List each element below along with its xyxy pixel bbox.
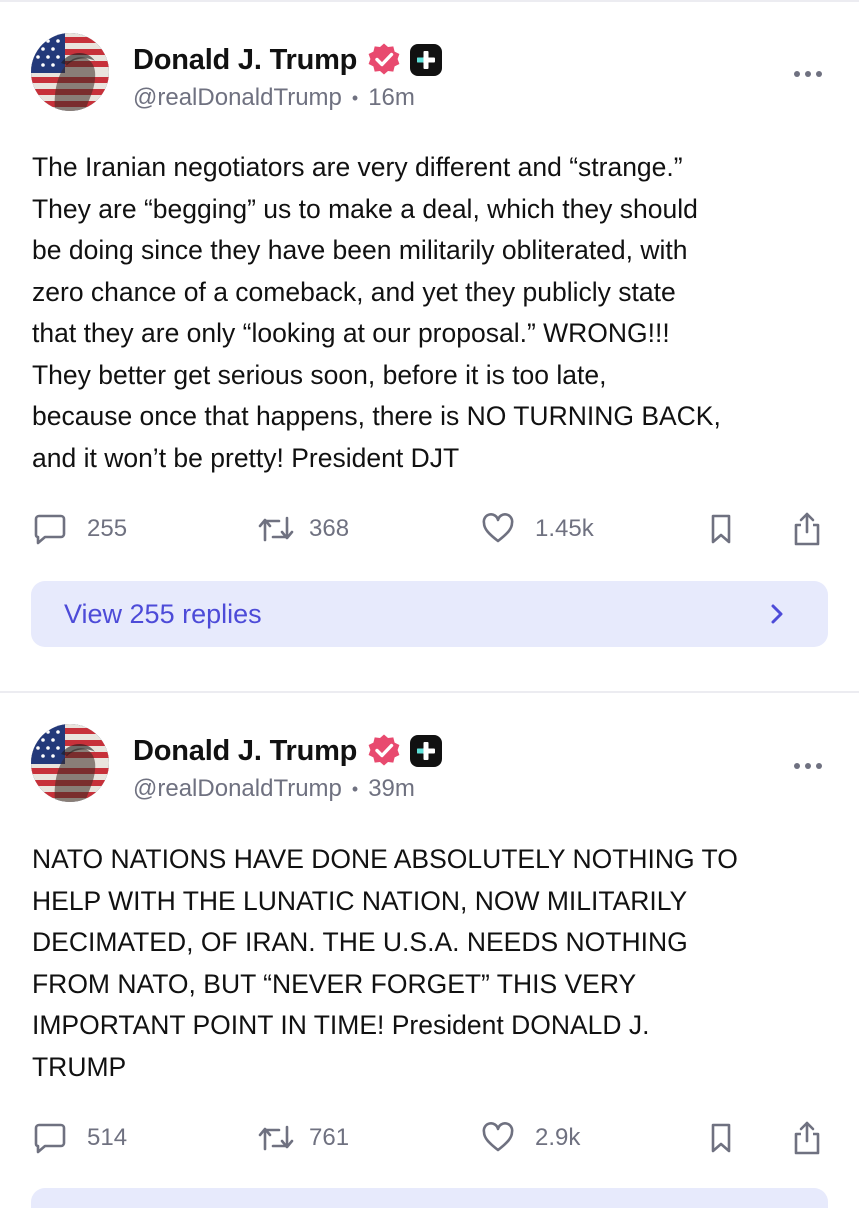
heart-icon xyxy=(482,1122,514,1152)
post-text-line: They are “begging” us to make a deal, wh… xyxy=(32,193,698,224)
post-text-line: be doing since they have been militarily… xyxy=(32,235,688,265)
share-icon xyxy=(794,1121,820,1155)
repost-button[interactable]: 761 xyxy=(257,1116,349,1160)
more-icon xyxy=(794,763,822,769)
post-time: 39m xyxy=(368,775,415,802)
repost-icon xyxy=(258,1125,294,1151)
reply-icon xyxy=(34,1123,66,1154)
post-divider xyxy=(0,691,859,693)
author-name[interactable]: Donald J. Trump xyxy=(133,44,357,77)
more-options-button[interactable] xyxy=(790,756,826,776)
plus-icon xyxy=(410,44,443,76)
post-text-line: The Iranian negotiators are very differe… xyxy=(32,152,683,182)
avatar[interactable] xyxy=(31,724,109,802)
chevron-right-icon xyxy=(771,604,783,624)
bookmark-button[interactable] xyxy=(706,1116,736,1160)
plus-icon xyxy=(410,735,443,767)
reply-button[interactable]: 255 xyxy=(33,507,127,551)
post-text-line: TRUMP xyxy=(32,1051,127,1082)
verified-icon xyxy=(368,43,400,75)
post-text-line: DECIMATED, OF IRAN. THE U.S.A. NEEDS NOT… xyxy=(32,927,688,957)
post-text-line: and it won’t be pretty! President DJT xyxy=(32,442,460,473)
like-count: 2.9k xyxy=(535,1124,581,1151)
author-handle[interactable]: @realDonaldTrump xyxy=(133,84,342,112)
repost-icon xyxy=(258,516,294,542)
author-handle[interactable]: @realDonaldTrump xyxy=(133,775,342,803)
post-text-line: zero chance of a comeback, and yet they … xyxy=(32,276,676,307)
share-button[interactable] xyxy=(790,507,824,551)
post-text-line: HELP WITH THE LUNATIC NATION, NOW MILITA… xyxy=(32,885,688,916)
post-text-line: They better get serious soon, before it … xyxy=(32,359,607,390)
avatar[interactable] xyxy=(31,33,109,111)
handle-row: @realDonaldTrump • 39m xyxy=(133,772,415,806)
repost-count: 761 xyxy=(309,1124,350,1151)
post-text-line: because once that happens, there is NO T… xyxy=(32,401,721,431)
separator-dot: • xyxy=(351,87,359,108)
post-text: NATO NATIONS HAVE DONE ABSOLUTELY NOTHIN… xyxy=(32,839,832,1088)
post-time: 16m xyxy=(368,84,415,111)
more-icon xyxy=(794,71,822,77)
reply-button[interactable]: 514 xyxy=(33,1116,127,1160)
repost-button[interactable]: 368 xyxy=(257,507,349,551)
heart-icon xyxy=(482,513,514,543)
post-text-line: NATO NATIONS HAVE DONE ABSOLUTELY NOTHIN… xyxy=(32,844,738,874)
separator-dot: • xyxy=(351,778,359,799)
view-replies-button[interactable]: View 255 replies xyxy=(31,581,828,647)
avatar-image xyxy=(31,33,109,111)
handle-row: @realDonaldTrump • 16m xyxy=(133,81,415,115)
post-text-line: FROM NATO, BUT “NEVER FORGET” THIS VERY xyxy=(32,968,637,999)
share-icon xyxy=(794,512,820,546)
post-text-line: IMPORTANT POINT IN TIME! President DONAL… xyxy=(32,1010,650,1040)
bookmark-button[interactable] xyxy=(706,507,736,551)
top-divider xyxy=(0,0,859,2)
share-button[interactable] xyxy=(790,1116,824,1160)
reply-count: 514 xyxy=(87,1124,128,1151)
more-options-button[interactable] xyxy=(790,64,826,84)
repost-count: 368 xyxy=(309,515,350,542)
author-row: Donald J. Trump xyxy=(133,733,443,769)
author-name[interactable]: Donald J. Trump xyxy=(133,735,357,768)
action-bar: 255 368 1.45k xyxy=(0,507,859,551)
like-button[interactable]: 2.9k xyxy=(481,1116,580,1160)
like-count: 1.45k xyxy=(535,515,594,542)
verified-icon xyxy=(368,734,400,766)
reply-icon xyxy=(34,514,66,545)
post-text-line: that they are only “looking at our propo… xyxy=(32,318,670,348)
author-row: Donald J. Trump xyxy=(133,42,443,78)
avatar-image xyxy=(31,724,109,802)
post-text: The Iranian negotiators are very differe… xyxy=(32,147,832,479)
view-replies-button[interactable] xyxy=(31,1188,828,1208)
bookmark-icon xyxy=(711,1123,731,1153)
action-bar: 514 761 2.9k xyxy=(0,1116,859,1160)
reply-count: 255 xyxy=(87,515,128,542)
like-button[interactable]: 1.45k xyxy=(481,507,594,551)
view-replies-label: View 255 replies xyxy=(64,599,262,629)
bookmark-icon xyxy=(711,514,731,544)
